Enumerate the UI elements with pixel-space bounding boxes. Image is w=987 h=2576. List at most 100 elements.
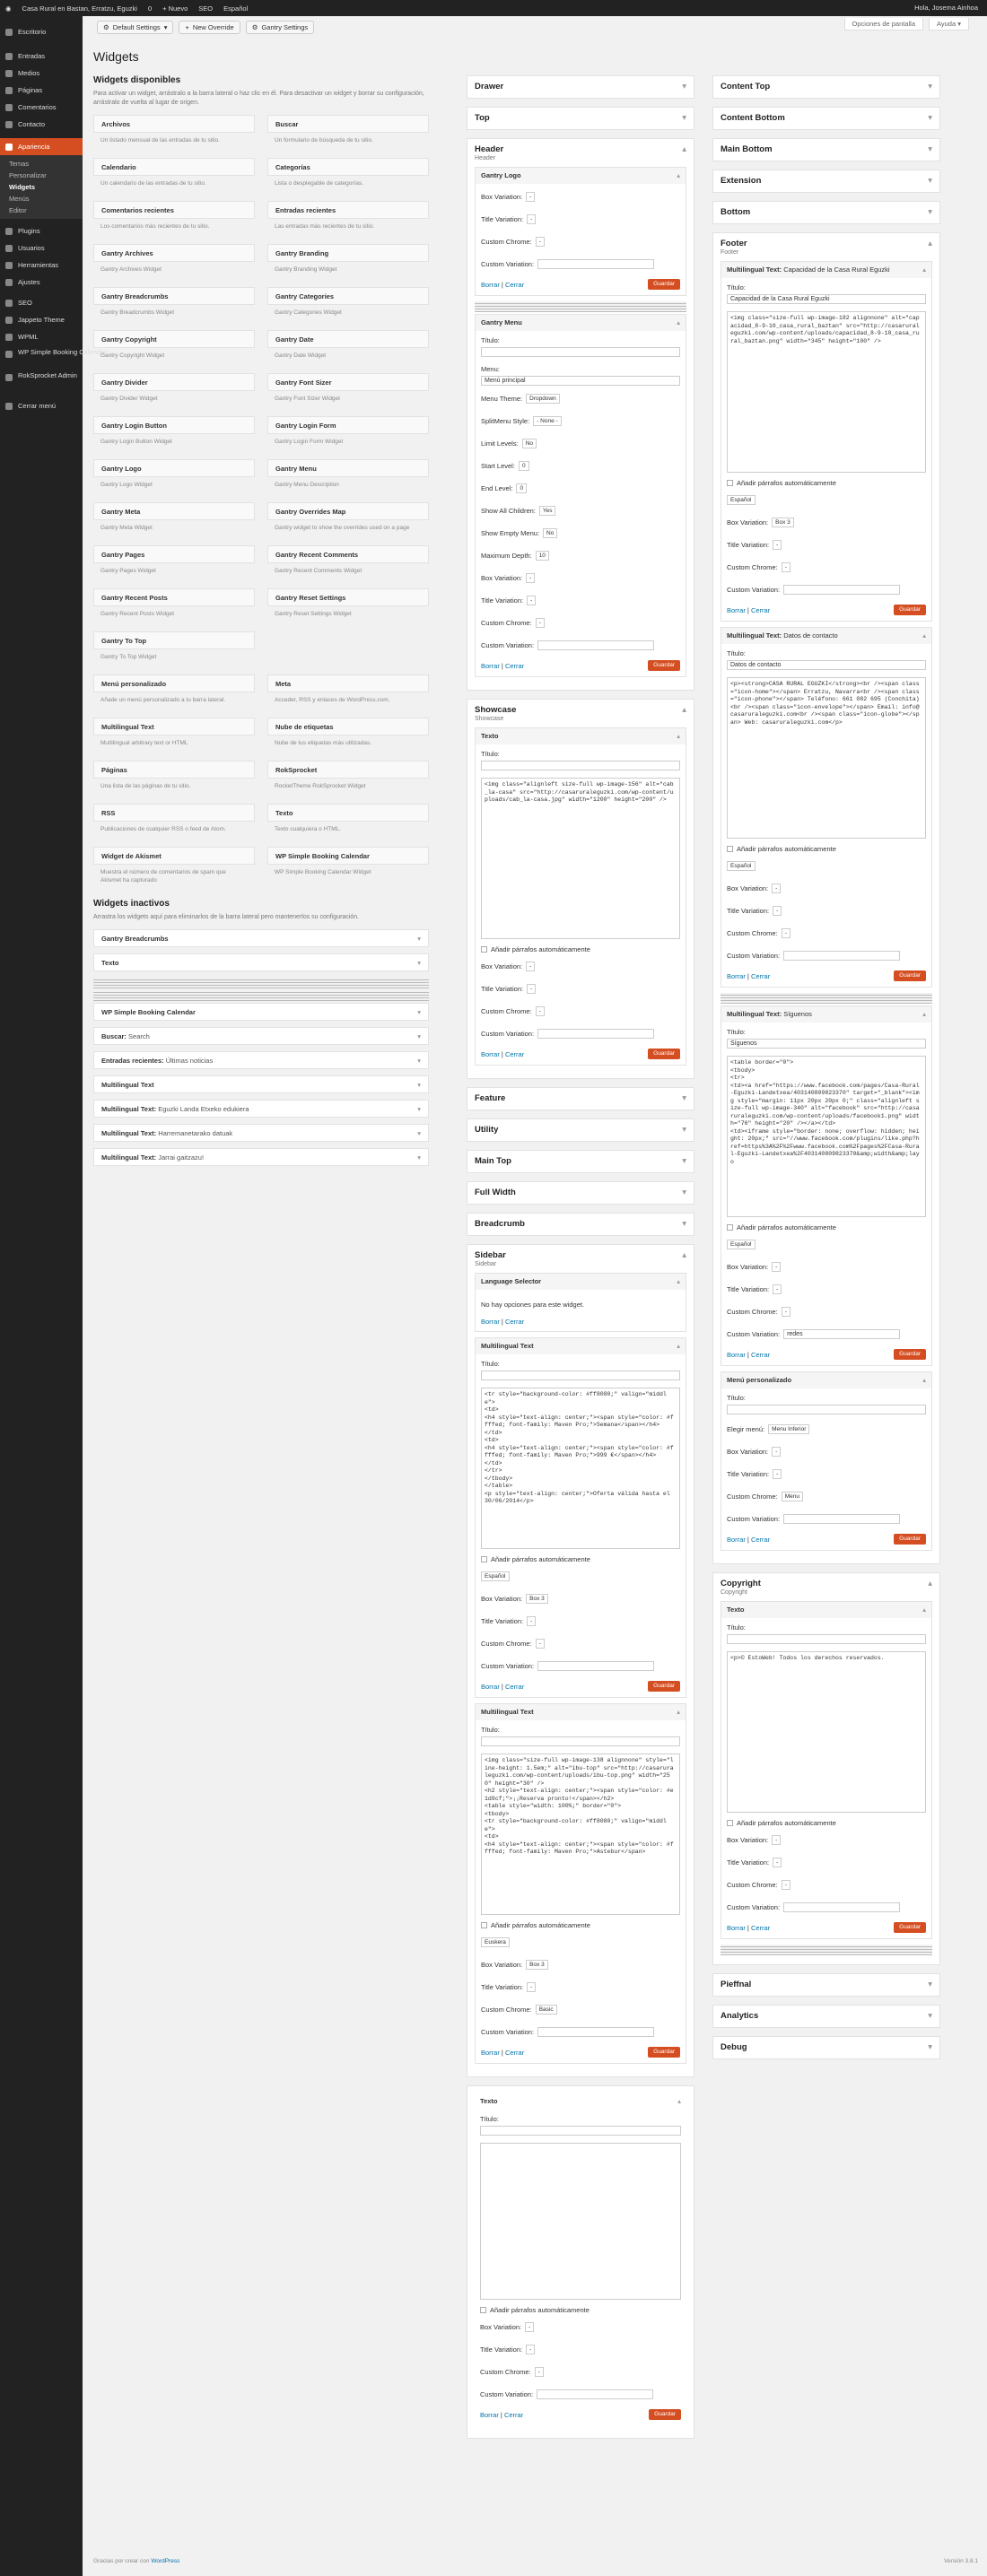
custom-variation-input[interactable] [783, 1513, 901, 1524]
custom-variation-input[interactable] [537, 1660, 655, 1671]
language-select[interactable]: Español [727, 494, 756, 505]
splitmenu-style-select[interactable]: - None - [533, 415, 562, 426]
close-link[interactable]: Cerrar [751, 606, 770, 614]
gantry-settings-button[interactable]: ⚙ Gantry Settings [245, 21, 315, 34]
custom-variation-input[interactable] [537, 2389, 654, 2399]
close-link[interactable]: Cerrar [505, 662, 524, 670]
save-button[interactable]: Guardar [648, 1049, 680, 1059]
save-button[interactable]: Guardar [894, 605, 926, 615]
title-variation-select[interactable]: - [527, 1981, 537, 1992]
start-level-select[interactable]: 0 [518, 460, 529, 471]
chevron-down-icon[interactable]: ▾ [682, 1214, 686, 1235]
widget-title[interactable]: Gantry Recent Posts [93, 588, 255, 606]
save-button[interactable]: Guardar [894, 1534, 926, 1545]
chevron-down-icon[interactable]: ▾ [928, 1974, 932, 1996]
chevron-down-icon[interactable]: ▾ [928, 170, 932, 192]
box-variation-select[interactable]: - [526, 961, 536, 971]
sidebar-top[interactable]: Top ▾ [467, 107, 694, 130]
save-button[interactable]: Guardar [649, 2409, 681, 2420]
title-input[interactable] [727, 1405, 926, 1414]
delete-link[interactable]: Borrar [481, 281, 500, 289]
available-widget[interactable]: Gantry Recent Comments Gantry Recent Comm… [267, 545, 429, 588]
box-variation-select[interactable]: Box 3 [526, 1959, 548, 1970]
custom-variation-input[interactable] [783, 584, 901, 595]
inactive-widget[interactable]: Entradas recientes: Últimas noticias ▾ [93, 1051, 429, 1069]
widget-title[interactable]: Gantry Categories [267, 287, 429, 305]
available-widget[interactable]: Archivos Un listado mensual de las entrad… [93, 115, 255, 158]
chevron-up-icon[interactable]: ▴ [682, 139, 686, 161]
auto-paragraph-checkbox[interactable]: Añadir párrafos automáticamente [727, 845, 926, 853]
custom-variation-input[interactable] [783, 1902, 901, 1912]
sidebar-feature[interactable]: Feature ▾ [467, 1087, 694, 1110]
title-variation-select[interactable]: - [526, 2344, 536, 2354]
available-widget[interactable]: Gantry Categories Gantry Categories Widge… [267, 287, 429, 330]
menu-booking-calendar[interactable]: WP Simple Booking Calendar [0, 345, 107, 369]
limit-levels-select[interactable]: No [521, 438, 537, 448]
menu-media[interactable]: Medios [0, 65, 83, 82]
delete-link[interactable]: Borrar [481, 1318, 500, 1326]
widget-title[interactable]: Páginas [93, 761, 255, 779]
close-link[interactable]: Cerrar [751, 1351, 770, 1359]
available-widget[interactable]: Gantry Logo Gantry Logo Widget [93, 459, 255, 502]
chevron-down-icon[interactable]: ▾ [682, 1119, 686, 1141]
widget-title[interactable]: Comentarios recientes [93, 201, 255, 219]
language-select[interactable]: Euskera [481, 1936, 510, 1947]
sidebar-drawer[interactable]: Drawer ▾ [467, 75, 694, 99]
available-widget[interactable]: Gantry Pages Gantry Pages Widget [93, 545, 255, 588]
available-widget[interactable]: Gantry To Top Gantry To Top Widget [93, 631, 255, 674]
menu-select[interactable]: Menú principal [481, 376, 680, 386]
chevron-down-icon[interactable]: ▾ [682, 108, 686, 129]
wordpress-logo-icon[interactable]: ◉ [5, 4, 12, 13]
chevron-down-icon[interactable]: ▾ [682, 1151, 686, 1172]
chevron-down-icon[interactable]: ▾ [928, 76, 932, 98]
title-variation-select[interactable]: - [527, 983, 537, 994]
title-input[interactable] [480, 2126, 681, 2136]
close-link[interactable]: Cerrar [505, 281, 524, 289]
box-variation-select[interactable]: - [772, 883, 782, 893]
menu-jappeto[interactable]: Jappeto Theme [0, 311, 83, 328]
delete-link[interactable]: Borrar [727, 1536, 746, 1544]
available-widget[interactable]: Gantry Archives Gantry Archives Widget [93, 244, 255, 287]
custom-chrome-select[interactable]: - [535, 236, 545, 247]
title-variation-select[interactable]: - [527, 213, 537, 224]
chevron-down-icon[interactable]: ▾ [682, 1182, 686, 1204]
widget-title[interactable]: Gantry Menu [267, 459, 429, 477]
widget-title[interactable]: Gantry Logo [93, 459, 255, 477]
text-content-textarea[interactable] [480, 2143, 681, 2300]
text-content-textarea[interactable]: <img class="size-full wp-image-138 align… [481, 1754, 680, 1915]
close-link[interactable]: Cerrar [751, 1536, 770, 1544]
submenu-customize[interactable]: Personalizar [0, 170, 83, 181]
submenu-themes[interactable]: Temas [0, 158, 83, 170]
widget-title[interactable]: RSS [93, 804, 255, 822]
menu-roksprocket[interactable]: RokSprocket Admin [0, 369, 83, 392]
sidebar-content-top[interactable]: Content Top ▾ [712, 75, 940, 99]
site-name-link[interactable]: Casa Rural en Bastan, Erratzu, Eguzki [22, 4, 137, 13]
sidebar-bottom[interactable]: Bottom ▾ [712, 201, 940, 224]
title-variation-select[interactable]: - [773, 539, 782, 550]
menu-appearance[interactable]: Apariencia [0, 138, 83, 155]
available-widget[interactable]: Multilingual Text Multilingual arbitrary … [93, 718, 255, 761]
delete-link[interactable]: Borrar [481, 1050, 500, 1058]
save-button[interactable]: Guardar [648, 660, 680, 671]
auto-paragraph-checkbox[interactable]: Añadir párrafos automáticamente [481, 1921, 680, 1929]
inactive-widget[interactable]: WP Simple Booking Calendar ▾ [93, 1003, 429, 1021]
box-variation-select[interactable]: - [525, 2321, 535, 2332]
available-widget[interactable]: Widget de Akismet Muestra el número de co… [93, 847, 255, 890]
available-widget[interactable]: Gantry Login Button Gantry Login Button W… [93, 416, 255, 459]
sidebar-pieffnal[interactable]: Pieffnal ▾ [712, 1973, 940, 1997]
chevron-up-icon[interactable]: ▴ [682, 1245, 686, 1266]
account-link[interactable]: Hola, Josema Ainhoa [914, 4, 978, 12]
sidebar-main-bottom[interactable]: Main Bottom ▾ [712, 138, 940, 161]
sidebar-breadcrumb[interactable]: Breadcrumb ▾ [467, 1213, 694, 1236]
widget-title[interactable]: Gantry Date [267, 330, 429, 348]
widget-title[interactable]: Buscar [267, 115, 429, 133]
title-variation-select[interactable]: - [773, 1284, 782, 1294]
available-widget[interactable]: Gantry Meta Gantry Meta Widget [93, 502, 255, 545]
widget-title[interactable]: Calendario [93, 158, 255, 176]
title-variation-select[interactable]: - [527, 1615, 537, 1626]
show-all-children-select[interactable]: Yes [538, 505, 556, 516]
close-link[interactable]: Cerrar [504, 2411, 523, 2419]
box-variation-select[interactable]: - [772, 1446, 782, 1457]
sidebar-utility[interactable]: Utility ▾ [467, 1118, 694, 1142]
language-select[interactable]: Español [481, 1571, 510, 1581]
